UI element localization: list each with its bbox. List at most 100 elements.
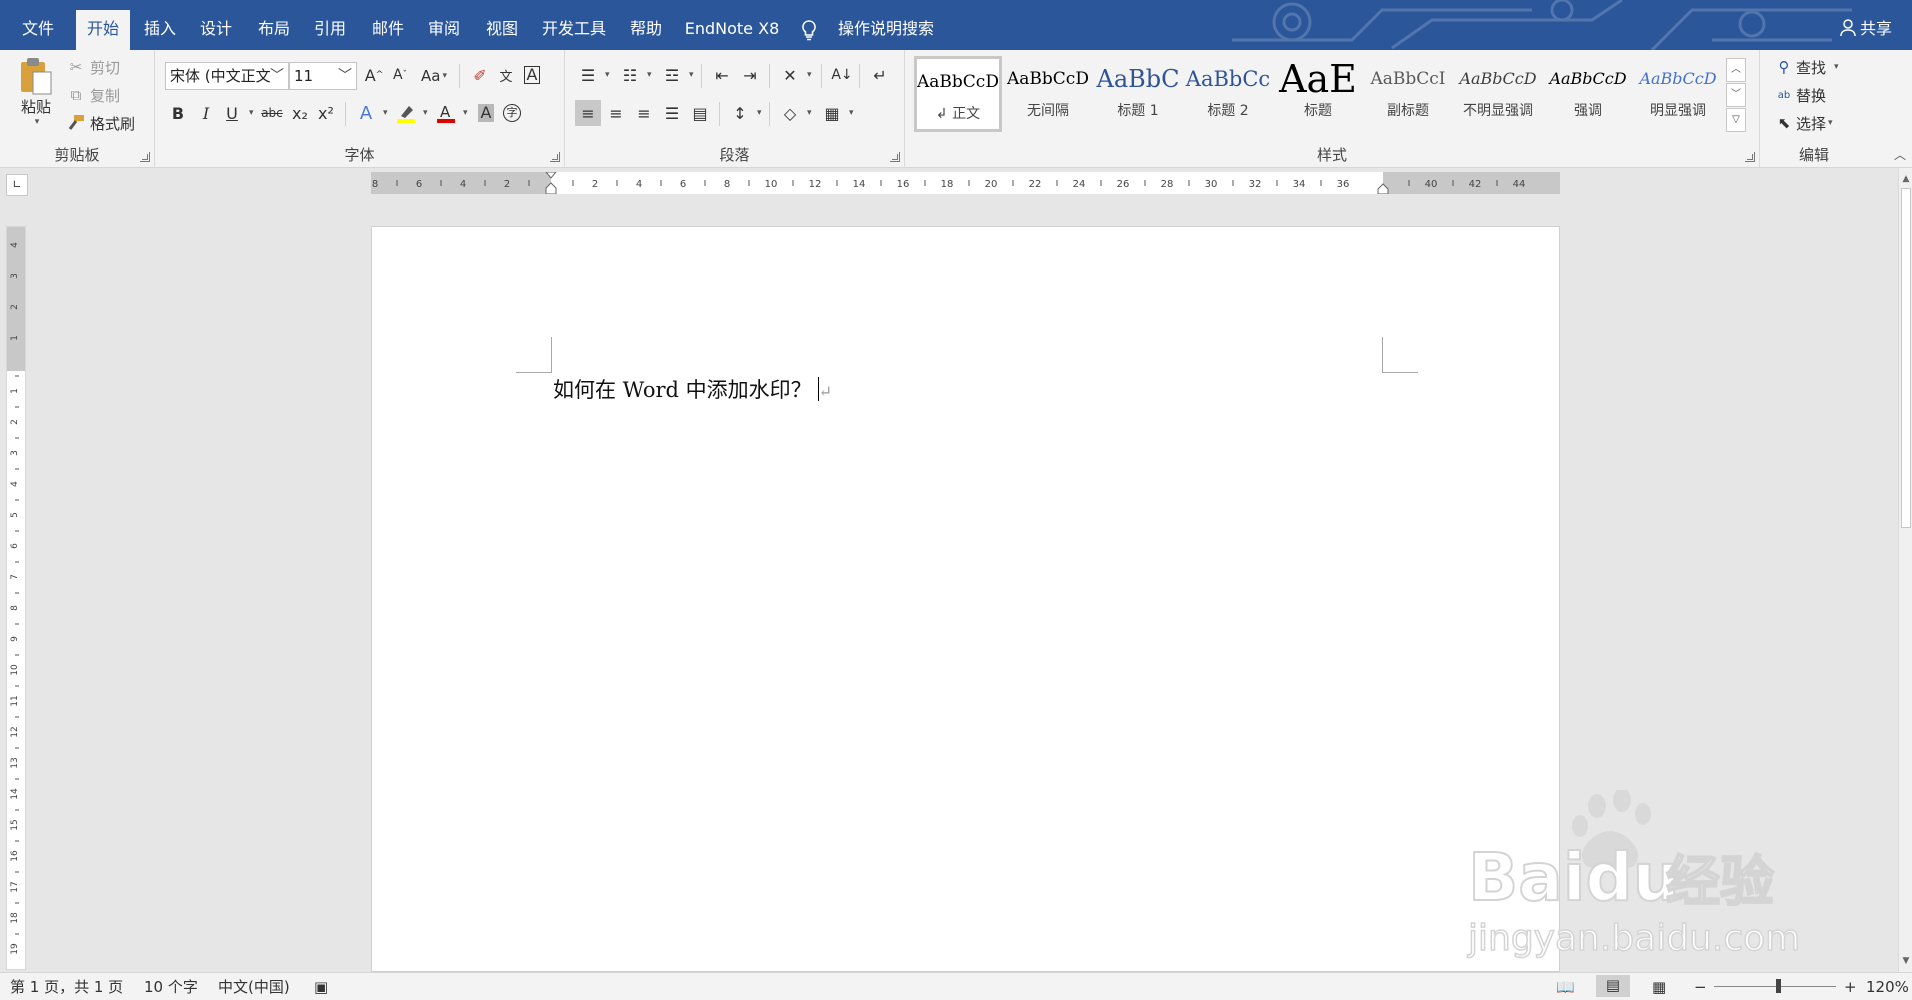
share-button[interactable]: 共享 xyxy=(1840,14,1892,44)
underline-button[interactable]: U xyxy=(219,100,245,126)
distributed-icon[interactable]: ▤ xyxy=(687,100,713,126)
numbering-icon[interactable]: ☷ xyxy=(617,62,643,88)
borders-icon[interactable]: ▦ xyxy=(819,100,845,126)
vertical-scrollbar[interactable]: ▲ ▼ xyxy=(1898,168,1912,972)
tab-layout[interactable]: 布局 xyxy=(250,12,298,50)
first-line-indent-marker[interactable] xyxy=(545,172,557,179)
numbering-dropdown-icon[interactable]: ▾ xyxy=(647,70,652,80)
shrink-font-icon[interactable]: Aˇ xyxy=(387,62,413,88)
highlight-dropdown-icon[interactable]: ▾ xyxy=(423,108,428,118)
tell-me-search[interactable]: 操作说明搜索 xyxy=(800,12,934,46)
word-count[interactable]: 10 个字 xyxy=(144,977,198,997)
line-spacing-icon[interactable]: ↕ xyxy=(727,100,753,126)
tab-developer[interactable]: 开发工具 xyxy=(536,12,612,50)
sort-icon[interactable]: A↓ xyxy=(829,62,855,88)
tab-endnote[interactable]: EndNote X8 xyxy=(680,12,784,50)
highlight-icon[interactable] xyxy=(393,100,419,126)
tab-selector[interactable]: ∟ xyxy=(6,174,28,196)
style-normal[interactable]: AaBbCcD ↲ 正文 xyxy=(914,56,1002,132)
vertical-ruler[interactable]: 4 3 2 1 1 2 3 4 5 6 7 8 9 10 11 12 13 14 15 16 17 18 19 xyxy=(6,226,26,970)
language-indicator[interactable]: 中文(中国) xyxy=(218,977,290,997)
character-border-icon[interactable]: A xyxy=(519,62,545,88)
chinese-layout-icon[interactable]: ✕ xyxy=(777,62,803,88)
style-subtitle[interactable]: AaBbCcI 副标题 xyxy=(1364,56,1452,132)
superscript-button[interactable]: x² xyxy=(313,100,339,126)
find-button[interactable]: ⚲ 查找 ▾ xyxy=(1774,56,1839,78)
change-case-button[interactable]: Aa ▾ xyxy=(421,64,447,88)
font-color-dropdown-icon[interactable]: ▾ xyxy=(463,108,468,118)
accessibility-icon[interactable]: ▣ xyxy=(314,977,328,997)
bullets-icon[interactable]: ☰ xyxy=(575,62,601,88)
format-painter-button[interactable]: 格式刷 xyxy=(66,112,135,134)
scroll-thumb[interactable] xyxy=(1901,188,1911,528)
tab-mailings[interactable]: 邮件 xyxy=(364,12,412,50)
font-size-select[interactable]: 11 ﹀ xyxy=(289,62,357,90)
copy-button[interactable]: ⧉ 复制 xyxy=(66,84,120,106)
underline-dropdown-icon[interactable]: ▾ xyxy=(249,108,254,118)
document-paragraph[interactable]: 如何在 Word 中添加水印？ ↵ xyxy=(553,374,832,404)
select-button[interactable]: ⬉ 选择 ▾ xyxy=(1774,112,1833,134)
paragraph-launcher-icon[interactable] xyxy=(890,152,900,162)
tab-review[interactable]: 审阅 xyxy=(420,12,468,50)
zoom-in-icon[interactable]: + xyxy=(1844,977,1857,997)
style-subtle-emphasis[interactable]: AaBbCcD 不明显强调 xyxy=(1454,56,1542,132)
font-color-icon[interactable]: A xyxy=(433,100,459,126)
clear-formatting-icon[interactable]: ✐ xyxy=(467,62,493,88)
document-page[interactable]: 如何在 Word 中添加水印？ ↵ xyxy=(371,226,1560,972)
grow-font-icon[interactable]: A ^ xyxy=(361,62,387,88)
chinese-layout-dropdown-icon[interactable]: ▾ xyxy=(807,70,812,80)
align-right-icon[interactable]: ≡ xyxy=(631,100,657,126)
zoom-out-icon[interactable]: − xyxy=(1694,977,1707,997)
tab-references[interactable]: 引用 xyxy=(306,12,354,50)
show-marks-icon[interactable]: ↵ xyxy=(867,62,893,88)
borders-dropdown-icon[interactable]: ▾ xyxy=(849,108,854,118)
collapse-ribbon-icon[interactable]: ︿ xyxy=(1894,146,1906,163)
right-indent-marker[interactable] xyxy=(1377,183,1389,194)
tab-home[interactable]: 开始 xyxy=(76,10,130,50)
read-mode-icon[interactable]: 📖 xyxy=(1556,977,1575,997)
style-heading-1[interactable]: AaBbC 标题 1 xyxy=(1094,56,1182,132)
style-heading-2[interactable]: AaBbCc 标题 2 xyxy=(1184,56,1272,132)
tab-insert[interactable]: 插入 xyxy=(136,12,184,50)
bullets-dropdown-icon[interactable]: ▾ xyxy=(605,70,610,80)
decrease-indent-icon[interactable]: ⇤ xyxy=(709,62,735,88)
zoom-level[interactable]: 120% xyxy=(1866,977,1909,997)
shading-dropdown-icon[interactable]: ▾ xyxy=(807,108,812,118)
font-name-select[interactable]: 宋体 (中文正文 ﹀ xyxy=(165,62,289,90)
page-count[interactable]: 第 1 页，共 1 页 xyxy=(10,977,123,997)
scroll-up-icon[interactable]: ▲ xyxy=(1901,174,1911,184)
replace-button[interactable]: ab 替换 xyxy=(1774,84,1826,106)
zoom-slider-thumb[interactable] xyxy=(1776,979,1781,993)
shading-icon[interactable]: ◇ xyxy=(777,100,803,126)
character-shading-icon[interactable]: A xyxy=(473,100,499,126)
phonetic-guide-icon[interactable]: 文 xyxy=(493,62,519,88)
styles-launcher-icon[interactable] xyxy=(1745,152,1755,162)
enclose-characters-icon[interactable]: 字 xyxy=(499,100,525,126)
print-layout-icon[interactable]: ▤ xyxy=(1596,975,1630,997)
text-effects-icon[interactable]: A xyxy=(353,100,379,126)
style-emphasis[interactable]: AaBbCcD 强调 xyxy=(1544,56,1632,132)
tab-design[interactable]: 设计 xyxy=(192,12,240,50)
cut-button[interactable]: ✂ 剪切 xyxy=(66,56,120,78)
gallery-up-icon[interactable]: ︿ xyxy=(1726,58,1746,82)
justify-icon[interactable]: ☰ xyxy=(659,100,685,126)
tab-view[interactable]: 视图 xyxy=(478,12,526,50)
align-left-icon[interactable]: ≡ xyxy=(575,100,601,126)
style-title[interactable]: AaE 标题 xyxy=(1274,56,1362,132)
tab-help[interactable]: 帮助 xyxy=(622,12,670,50)
style-intense-emphasis[interactable]: AaBbCcD 明显强调 xyxy=(1634,56,1722,132)
align-center-icon[interactable]: ≡ xyxy=(603,100,629,126)
gallery-down-icon[interactable]: ﹀ xyxy=(1726,83,1746,107)
subscript-button[interactable]: x₂ xyxy=(287,100,313,126)
multilevel-list-icon[interactable]: ☲ xyxy=(659,62,685,88)
multilevel-list-dropdown-icon[interactable]: ▾ xyxy=(689,70,694,80)
horizontal-ruler[interactable]: 8 6 4 2 2 4 6 8 10 12 14 16 18 20 22 24 26 28 30 32 34 36 40 42… xyxy=(371,172,1560,194)
paste-button[interactable]: 粘贴 ▾ xyxy=(14,56,58,140)
left-indent-marker[interactable] xyxy=(545,182,557,194)
scroll-down-icon[interactable]: ▼ xyxy=(1901,956,1911,966)
zoom-slider[interactable] xyxy=(1714,986,1836,987)
clipboard-launcher-icon[interactable] xyxy=(140,152,150,162)
gallery-more-icon[interactable]: ▽ xyxy=(1726,108,1746,132)
line-spacing-dropdown-icon[interactable]: ▾ xyxy=(757,108,762,118)
web-layout-icon[interactable]: ▦ xyxy=(1652,977,1666,997)
